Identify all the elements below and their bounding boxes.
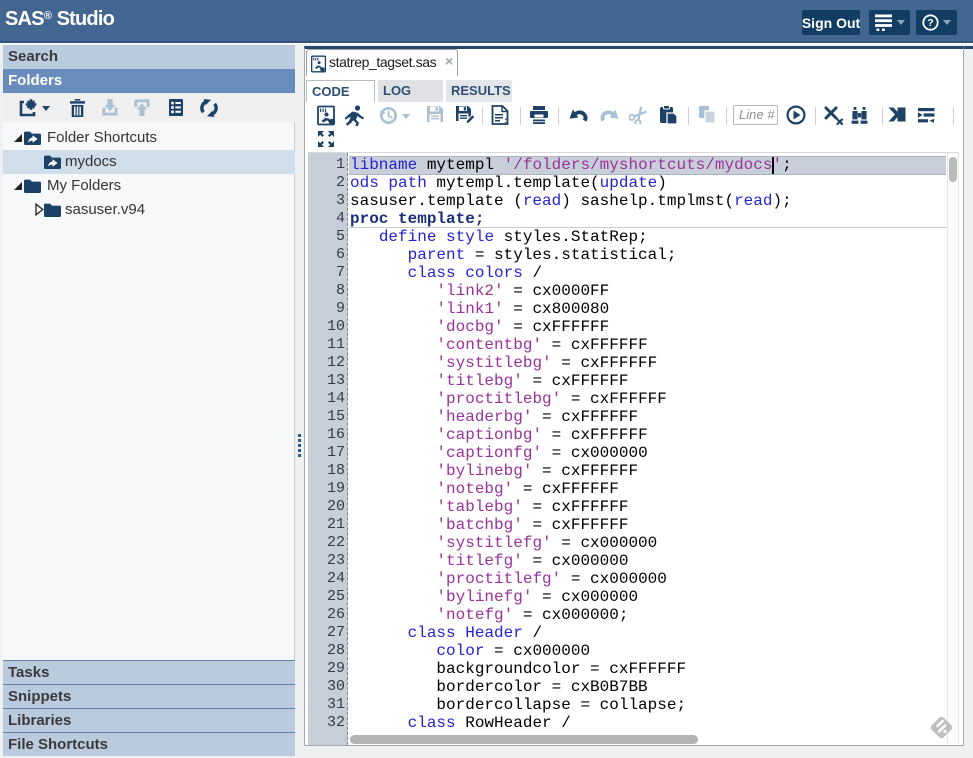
svg-text:?: ? [927,17,933,29]
svg-text:;: ; [503,117,508,126]
